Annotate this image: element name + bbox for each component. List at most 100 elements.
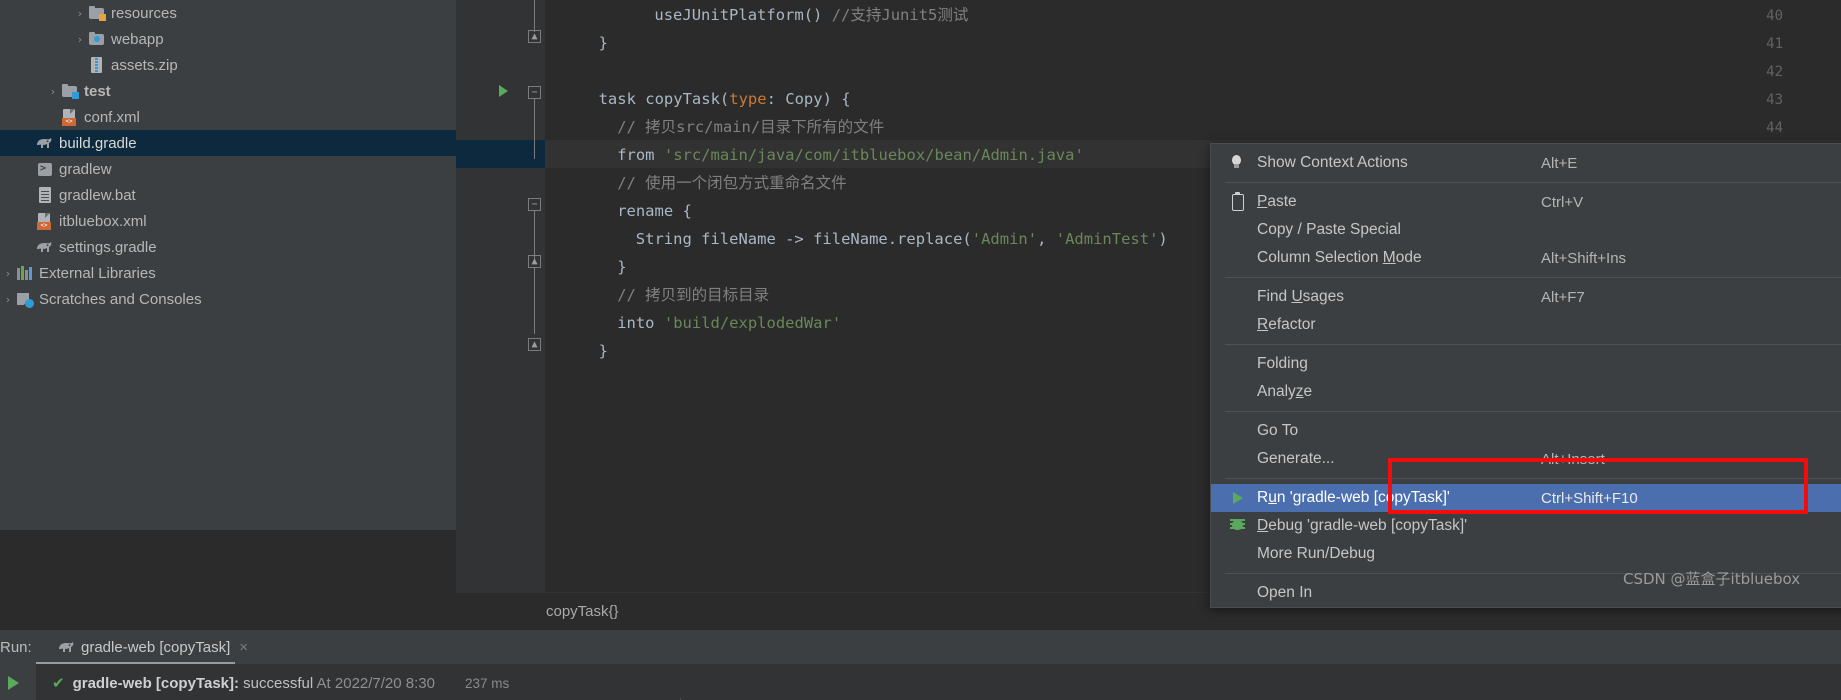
success-check-icon: ✔ bbox=[52, 675, 65, 692]
menu-item-shortcut: Alt+F7 bbox=[1541, 288, 1585, 306]
code-line[interactable]: // 使用一个闭包方式重命名文件 bbox=[617, 174, 847, 192]
menu-item-label: More Run/Debug bbox=[1257, 545, 1376, 562]
editor-context-menu[interactable]: Show Context Actions Alt+E Paste Ctrl+V Copy… bbox=[1210, 143, 1841, 608]
menu-item-label: Copy / Paste Special bbox=[1257, 221, 1401, 238]
code-token: rename { bbox=[617, 202, 692, 220]
rerun-button-icon[interactable] bbox=[8, 676, 19, 690]
tree-item-conf-xml[interactable]: ›<> conf.xml bbox=[0, 104, 456, 130]
run-duration: 237 ms bbox=[464, 676, 510, 691]
menu-item-column-selection-mode[interactable]: Column Selection Mode Alt+Shift+Ins bbox=[1211, 244, 1841, 272]
run-tool-window[interactable]: Run: gradle-web [copyTask] × ✔ gradle-web… bbox=[0, 630, 1841, 700]
menu-item-paste[interactable]: Paste Ctrl+V bbox=[1211, 188, 1841, 216]
menu-separator bbox=[1225, 277, 1841, 278]
tree-item-resources[interactable]: › resources bbox=[0, 0, 456, 26]
code-token: from bbox=[617, 146, 664, 164]
sidebar-hscrollbar-track[interactable] bbox=[0, 518, 456, 525]
menu-item-run-gradle-web-copytask[interactable]: Run 'gradle-web [copyTask]' Ctrl+Shift+F1… bbox=[1211, 484, 1841, 512]
menu-item-label: Run 'gradle-web [copyTask]' bbox=[1257, 489, 1450, 506]
editor-gutter[interactable] bbox=[456, 0, 545, 592]
tree-item-webapp[interactable]: › webapp bbox=[0, 26, 456, 52]
menu-separator bbox=[1225, 344, 1841, 345]
tree-item-gradlew[interactable]: › gradlew bbox=[0, 156, 456, 182]
menu-item-refactor[interactable]: Refactor bbox=[1211, 311, 1841, 339]
menu-item-label: Show Context Actions bbox=[1257, 154, 1408, 171]
tree-item-label: test bbox=[84, 82, 111, 100]
code-token: , bbox=[1037, 230, 1056, 248]
tree-item-gradlew-bat[interactable]: › gradlew.bat bbox=[0, 182, 456, 208]
code-token: 'AdminTest' bbox=[1055, 230, 1159, 248]
tree-item-build-gradle[interactable]: › build.gradle bbox=[0, 130, 456, 156]
menu-item-show-context-actions[interactable]: Show Context Actions Alt+E bbox=[1211, 149, 1841, 177]
menu-item-label: Column Selection Mode bbox=[1257, 249, 1422, 266]
chevron-right-icon[interactable]: › bbox=[45, 86, 61, 97]
menu-separator bbox=[1225, 411, 1841, 412]
menu-item-generate[interactable]: Generate... Alt+Insert bbox=[1211, 445, 1841, 473]
run-status-result: successful bbox=[239, 675, 317, 692]
close-icon[interactable]: × bbox=[239, 639, 248, 656]
chevron-right-icon: › bbox=[20, 138, 36, 149]
code-line[interactable]: task copyTask(type: Copy) { bbox=[599, 90, 851, 108]
run-tab-bar[interactable]: Run: gradle-web [copyTask] × bbox=[0, 630, 1841, 665]
menu-item-folding[interactable]: Folding bbox=[1211, 350, 1841, 378]
code-line[interactable]: useJUnitPlatform() //支持Junit5测试 bbox=[654, 6, 969, 24]
menu-item-label: Paste bbox=[1257, 193, 1297, 210]
line-number: 40 bbox=[1766, 8, 1783, 24]
code-line[interactable]: rename { bbox=[617, 202, 692, 220]
blank-icon bbox=[1227, 382, 1249, 402]
code-line[interactable]: // 拷贝到的目标目录 bbox=[617, 287, 769, 304]
menu-item-more-run-debug[interactable]: More Run/Debug bbox=[1211, 540, 1841, 568]
code-line[interactable]: // 拷贝src/main/目录下所有的文件 bbox=[617, 119, 884, 136]
menu-separator bbox=[1225, 182, 1841, 183]
gradle-elephant-icon bbox=[58, 638, 76, 656]
chevron-right-icon: › bbox=[45, 112, 61, 123]
folder-resources-icon bbox=[88, 4, 106, 22]
menu-item-copy-paste-special[interactable]: Copy / Paste Special bbox=[1211, 216, 1841, 244]
tree-item-external-libraries[interactable]: › External Libraries bbox=[0, 260, 456, 286]
menu-item-analyze[interactable]: Analyze bbox=[1211, 378, 1841, 406]
chevron-right-icon[interactable]: › bbox=[72, 34, 88, 45]
tree-item-scratches-and-consoles[interactable]: › Scratches and Consoles bbox=[0, 286, 456, 312]
run-tab-label: gradle-web [copyTask] bbox=[81, 638, 231, 656]
tree-item-label: External Libraries bbox=[39, 264, 156, 282]
chevron-right-icon[interactable]: › bbox=[0, 268, 16, 279]
chevron-right-icon: › bbox=[72, 60, 88, 71]
code-line[interactable]: from 'src/main/java/com/itbluebox/bean/A… bbox=[617, 146, 1084, 164]
code-token: : Copy) { bbox=[766, 90, 851, 108]
code-line[interactable]: into 'build/explodedWar' bbox=[617, 314, 842, 332]
menu-item-label: Go To bbox=[1257, 422, 1299, 439]
menu-item-label: Find Usages bbox=[1257, 288, 1345, 305]
project-tree-list[interactable]: ›resources›webapp›assets.zip›test›<>conf… bbox=[0, 0, 456, 312]
menu-item-shortcut: Alt+Shift+Ins bbox=[1541, 249, 1627, 267]
tree-item-label: resources bbox=[111, 4, 177, 22]
run-triangle-icon bbox=[1227, 488, 1249, 508]
chevron-right-icon[interactable]: › bbox=[0, 294, 16, 305]
code-token: //支持Junit5测试 bbox=[831, 6, 969, 24]
project-tree-panel[interactable]: ›resources›webapp›assets.zip›test›<>conf… bbox=[0, 0, 456, 530]
code-line[interactable]: } bbox=[599, 343, 608, 360]
tree-item-label: itbluebox.xml bbox=[59, 212, 147, 230]
tree-item-assets-zip[interactable]: › assets.zip bbox=[0, 52, 456, 78]
run-tab-gradle-web-copytask[interactable]: gradle-web [copyTask] × bbox=[58, 630, 254, 664]
chevron-right-icon: › bbox=[20, 164, 36, 175]
code-line[interactable]: } bbox=[617, 259, 626, 276]
breadcrumb-item-copytask[interactable]: copyTask{} bbox=[546, 603, 619, 620]
menu-item-debug-gradle-web-copytask[interactable]: Debug 'gradle-web [copyTask]' bbox=[1211, 512, 1841, 540]
menu-item-go-to[interactable]: Go To bbox=[1211, 417, 1841, 445]
blank-icon bbox=[1227, 248, 1249, 268]
chevron-right-icon[interactable]: › bbox=[72, 8, 88, 19]
code-token: // 使用一个闭包方式重命名文件 bbox=[617, 174, 847, 192]
code-line[interactable]: String fileName -> fileName.replace('Adm… bbox=[636, 230, 1168, 248]
code-token: 'Admin' bbox=[971, 230, 1038, 248]
line-number: 42 bbox=[1766, 64, 1783, 80]
code-token: ( bbox=[719, 90, 730, 108]
code-token: 'build/explodedWar' bbox=[663, 314, 842, 332]
gradle-file-icon bbox=[36, 238, 54, 256]
tree-item-test[interactable]: › test bbox=[0, 78, 456, 104]
menu-item-find-usages[interactable]: Find Usages Alt+F7 bbox=[1211, 283, 1841, 311]
tree-item-settings-gradle[interactable]: › settings.gradle bbox=[0, 234, 456, 260]
external-libraries-icon bbox=[16, 264, 34, 282]
run-side-toolbar[interactable] bbox=[0, 664, 36, 700]
code-line[interactable]: } bbox=[599, 35, 608, 52]
run-output-area[interactable]: ✔ gradle-web [copyTask]: successful At 20… bbox=[0, 664, 1841, 700]
tree-item-itbluebox-xml[interactable]: ›<> itbluebox.xml bbox=[0, 208, 456, 234]
